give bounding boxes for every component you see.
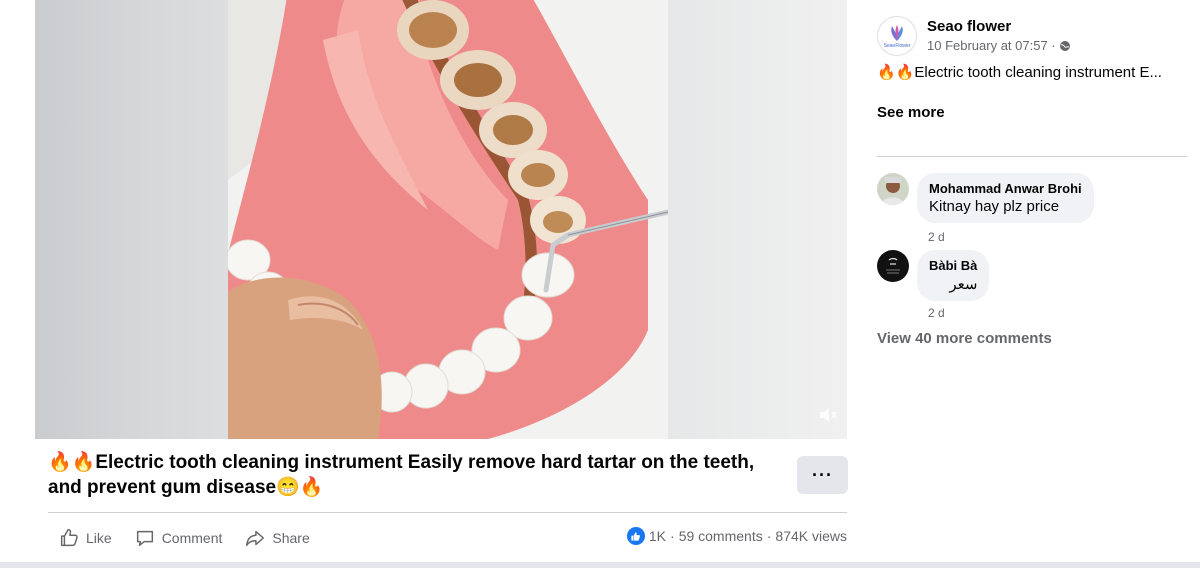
share-label: Share bbox=[272, 530, 310, 546]
divider bbox=[877, 156, 1187, 157]
avatar[interactable] bbox=[877, 250, 909, 282]
post-timestamp[interactable]: 10 February at 07:57 · bbox=[927, 38, 1056, 53]
avatar[interactable]: SeaoFlower bbox=[877, 16, 917, 56]
speaker-muted-icon[interactable] bbox=[817, 403, 841, 427]
share-button[interactable]: Share bbox=[244, 527, 310, 549]
comment-bubble: Mohammad Anwar Brohi Kitnay hay plz pric… bbox=[917, 173, 1094, 223]
comment-item: Bàbi Bà سعر bbox=[877, 250, 990, 301]
like-label: Like bbox=[86, 530, 112, 546]
comment-text: سعر bbox=[949, 276, 978, 293]
comment-bubble: Bàbi Bà سعر bbox=[917, 250, 990, 301]
post-stats: 1K · 59 comments · 874K views bbox=[626, 527, 847, 545]
author-name[interactable]: Seao flower bbox=[927, 18, 1071, 35]
post-title: 🔥🔥Electric tooth cleaning instrument Eas… bbox=[48, 452, 755, 498]
more-options-button[interactable]: ··· bbox=[797, 456, 848, 494]
globe-icon bbox=[1059, 40, 1070, 51]
see-more-link[interactable]: See more bbox=[877, 104, 945, 121]
avatar[interactable] bbox=[877, 173, 909, 205]
commenter-name[interactable]: Bàbi Bà bbox=[929, 258, 977, 273]
video-player[interactable] bbox=[35, 0, 847, 439]
video-blur-left bbox=[35, 0, 228, 439]
comment-time[interactable]: 2 d bbox=[928, 230, 945, 244]
view-count: 874K views bbox=[775, 528, 847, 544]
post-caption: 🔥🔥Electric tooth cleaning instrument E..… bbox=[877, 64, 1162, 81]
thumbs-up-icon bbox=[60, 529, 78, 547]
comment-label: Comment bbox=[161, 530, 223, 546]
view-more-comments-link[interactable]: View 40 more comments bbox=[877, 330, 1052, 347]
teeth-model-illustration bbox=[228, 0, 668, 439]
separator: · bbox=[766, 528, 772, 544]
comment-time[interactable]: 2 d bbox=[928, 306, 945, 320]
avatar-text: SeaoFlower bbox=[883, 42, 911, 49]
comment-icon bbox=[136, 530, 153, 547]
post-sidebar: SeaoFlower Seao flower 10 February at 07… bbox=[863, 0, 1200, 562]
comment-button[interactable]: Comment bbox=[134, 527, 223, 549]
share-icon bbox=[246, 530, 265, 547]
post-actions: Like Comment Share bbox=[58, 526, 310, 550]
comment-item: Mohammad Anwar Brohi Kitnay hay plz pric… bbox=[877, 173, 1094, 223]
like-button[interactable]: Like bbox=[58, 527, 112, 549]
comment-text: Kitnay hay plz price bbox=[929, 198, 1060, 215]
reaction-count[interactable]: 1K bbox=[649, 528, 666, 544]
comment-count[interactable]: 59 comments bbox=[679, 528, 763, 544]
post-author: SeaoFlower Seao flower 10 February at 07… bbox=[877, 16, 1071, 56]
bottom-edge bbox=[0, 562, 1200, 568]
divider bbox=[48, 512, 847, 513]
post-viewer: 🔥🔥Electric tooth cleaning instrument Eas… bbox=[0, 0, 1200, 568]
video-frame[interactable] bbox=[228, 0, 668, 439]
video-blur-right bbox=[668, 0, 847, 439]
commenter-name[interactable]: Mohammad Anwar Brohi bbox=[929, 181, 1082, 196]
separator: · bbox=[670, 528, 675, 544]
flower-logo-icon bbox=[891, 24, 903, 41]
like-reaction-icon bbox=[626, 527, 645, 545]
